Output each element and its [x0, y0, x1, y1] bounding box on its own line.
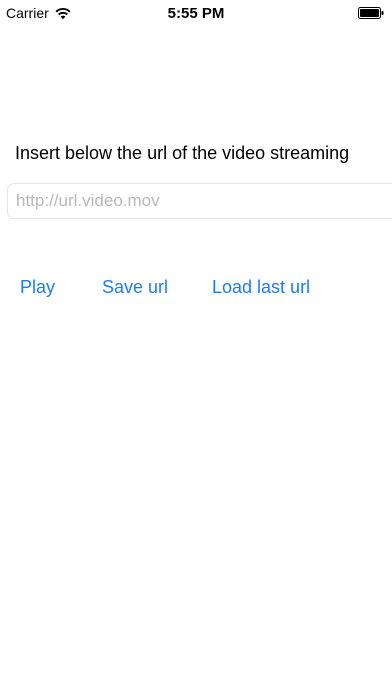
url-input[interactable]	[16, 191, 376, 211]
app-screen: Carrier 5:55 PM Insert below the url of …	[0, 0, 392, 696]
instruction-label: Insert below the url of the video stream…	[15, 143, 350, 163]
play-button[interactable]: Play	[20, 277, 55, 298]
load-last-url-button[interactable]: Load last url	[212, 277, 310, 298]
save-url-button[interactable]: Save url	[102, 277, 168, 298]
battery-icon	[358, 7, 384, 19]
status-bar: Carrier 5:55 PM	[0, 0, 392, 28]
status-time: 5:55 PM	[167, 5, 225, 22]
url-field[interactable]	[7, 183, 392, 219]
